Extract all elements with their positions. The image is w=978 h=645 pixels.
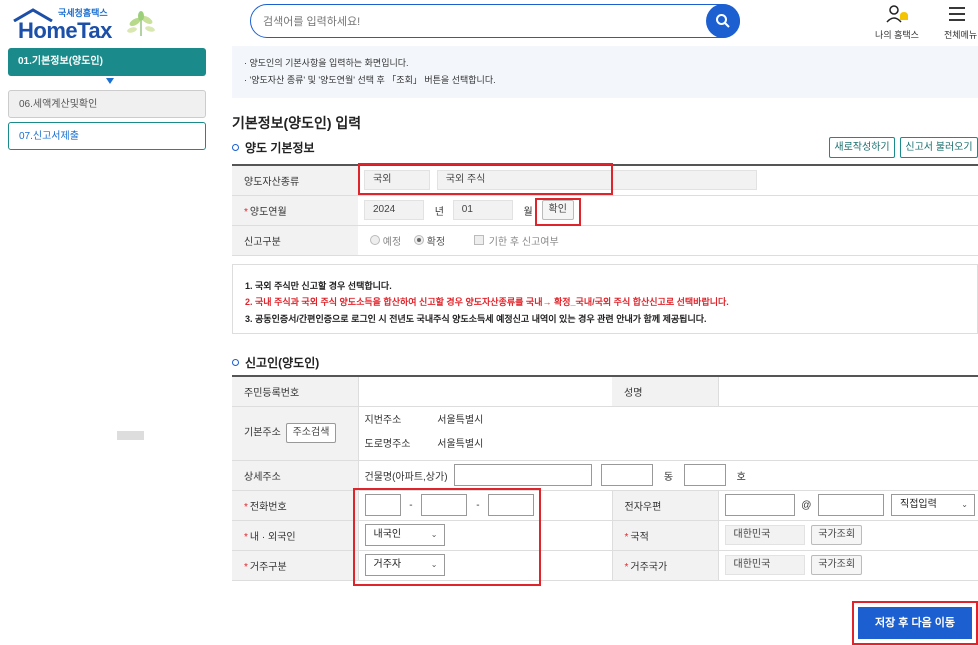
report-type-label: 신고구분 [232, 225, 358, 256]
sidebar-item-tax-calculation[interactable]: 06.세액계산및확인 [8, 90, 206, 118]
section-title-basic: 양도 기본정보 [232, 139, 315, 156]
residence-label: * 거주구분 [232, 550, 359, 581]
header: 국세청홈택스 HomeTax 나의 홈택스 [0, 0, 978, 44]
final-label: 확정 [426, 236, 446, 248]
sidebar-item-report-submit[interactable]: 07.신고서제출 [8, 122, 206, 150]
dong-input[interactable] [601, 464, 654, 486]
user-bell-icon [886, 5, 908, 23]
country-cell: 대한민국 국가조회 [718, 520, 978, 551]
transfer-ym-cell: 2024 년 01 월 확인 [358, 195, 978, 226]
bullet-circle-icon [232, 359, 239, 366]
residence-lookup-button[interactable]: 국가조회 [811, 555, 863, 575]
address-cell: 지번주소 서울특별시 도로명주소 서울특별시 [358, 406, 978, 461]
building-input[interactable] [454, 464, 593, 486]
building-label: 건물명(아파트,상가) [364, 471, 448, 483]
rrn-cell[interactable] [358, 376, 612, 407]
residence-country-label: * 거주국가 [612, 550, 719, 581]
country-field: 대한민국 [724, 525, 805, 545]
preliminary-radio[interactable] [370, 235, 380, 245]
search-icon [716, 14, 730, 28]
search-button[interactable] [706, 4, 740, 38]
phone-label: * 전화번호 [232, 490, 359, 521]
chevron-down-icon: ⌄ [961, 500, 968, 509]
report-type-cell: 예정 확정 기한 후 신고여부 [358, 225, 978, 256]
address-label: 기본주소 [244, 427, 281, 439]
bullet-circle-icon [232, 144, 239, 151]
logo-main-text: HomeTax [18, 18, 112, 43]
notice-line: 1. 국외 주식만 신고할 경우 선택합니다. [245, 281, 392, 291]
ho-input[interactable] [683, 464, 726, 486]
jibun-value: 서울특별시 [437, 415, 484, 426]
email-label: 전자우편 [612, 490, 719, 521]
email-domain-select[interactable]: 직접입력 ⌄ [891, 494, 975, 516]
new-write-button[interactable]: 새로작성하기 [829, 137, 895, 158]
section-title-text: 양도 기본정보 [245, 141, 315, 155]
search-input[interactable] [263, 13, 703, 31]
email-id-input[interactable] [724, 494, 795, 516]
info-line: · 양도인의 기본사항을 입력하는 화면입니다. [244, 58, 409, 68]
sidebar-item-label: 06.세액계산및확인 [19, 99, 98, 110]
highlight-confirm-button [535, 198, 581, 226]
step-arrow-icon [106, 78, 114, 84]
sidebar-item-label: 07.신고서제출 [19, 131, 79, 142]
email-domain-input[interactable] [818, 494, 885, 516]
country-lookup-button[interactable]: 국가조회 [811, 525, 863, 545]
address-search-button[interactable]: 주소검색 [285, 423, 337, 443]
detail-address-label: 상세주소 [232, 460, 359, 491]
section-title-reporter: 신고인(양도인) [232, 354, 319, 371]
detail-address-cell: 건물명(아파트,상가) 동 호 [358, 460, 978, 491]
page-title: 기본정보(양도인) 입력 [232, 115, 362, 131]
highlight-phone-residence [353, 488, 541, 586]
asset-type-label: 양도자산종류 [232, 165, 358, 196]
rrn-label: 주민등록번호 [232, 376, 359, 407]
info-line: · '양도자산 종류' 및 '양도연월' 선택 후 「조회」 버튼을 선택합니다… [244, 75, 496, 85]
final-radio[interactable] [413, 235, 424, 245]
month-unit: 월 [523, 206, 533, 218]
search-box[interactable] [250, 4, 740, 38]
my-hometax-label: 나의 홈택스 [875, 30, 919, 40]
jibun-label: 지번주소 [364, 415, 402, 426]
name-cell[interactable] [718, 376, 978, 407]
email-at: @ [801, 499, 812, 511]
info-box: · 양도인의 기본사항을 입력하는 화면입니다. · '양도자산 종류' 및 '… [232, 46, 978, 98]
year-field[interactable]: 2024 [364, 200, 424, 220]
highlight-asset-type [358, 163, 613, 195]
address-label-cell: 기본주소 주소검색 [232, 406, 359, 461]
preliminary-label: 예정 [382, 236, 402, 248]
year-unit: 년 [434, 206, 444, 218]
my-hometax-button[interactable]: 나의 홈택스 [872, 4, 922, 40]
late-report-label: 기한 후 신고여부 [488, 236, 559, 248]
email-cell: @ 직접입력 ⌄ [718, 490, 978, 521]
sidebar-item-label: 01.기본정보(양도인) [18, 56, 103, 67]
country-label: * 국적 [612, 520, 719, 551]
dong-unit: 동 [663, 471, 674, 483]
nationality-type-label: * 내 · 외국인 [232, 520, 359, 551]
notice-line: 3. 공동인증서/간편인증으로 로그인 시 전년도 국내주식 양도소득세 예정신… [245, 314, 707, 324]
ho-unit: 호 [736, 471, 746, 483]
sidebar-item-basic-info[interactable]: 01.기본정보(양도인) [8, 48, 206, 76]
month-field[interactable]: 01 [452, 200, 513, 220]
residence-country-cell: 대한민국 국가조회 [718, 550, 978, 581]
road-value: 서울특별시 [437, 439, 484, 450]
notice-line-warning: 2. 국내 주식과 국외 주식 양도소득을 합산하여 신고할 경우 양도자산종류… [245, 297, 729, 307]
all-menu-label: 전체메뉴 [944, 30, 978, 40]
save-next-button[interactable]: 저장 후 다음 이동 [858, 607, 972, 639]
reporter-table: 주민등록번호 성명 기본주소 주소검색 지번주소 서울특별시 도로명주소 서울특… [232, 375, 978, 581]
all-menu-button[interactable]: 전체메뉴 [938, 4, 978, 40]
section-title-text: 신고인(양도인) [245, 356, 320, 370]
name-label: 성명 [612, 376, 719, 407]
sidebar-placeholder [117, 431, 144, 440]
hamburger-icon [949, 7, 965, 21]
transfer-ym-label: * 양도연월 [232, 195, 358, 226]
road-label: 도로명주소 [364, 439, 411, 450]
hometax-logo[interactable]: 국세청홈택스 HomeTax [8, 4, 158, 43]
late-report-checkbox[interactable] [473, 235, 484, 245]
notice-box: 1. 국외 주식만 신고할 경우 선택합니다. 2. 국내 주식과 국외 주식 … [232, 264, 978, 334]
load-report-button[interactable]: 신고서 불러오기 [900, 137, 978, 158]
residence-country-field: 대한민국 [724, 555, 805, 575]
leaf-decoration-icon [127, 11, 155, 36]
